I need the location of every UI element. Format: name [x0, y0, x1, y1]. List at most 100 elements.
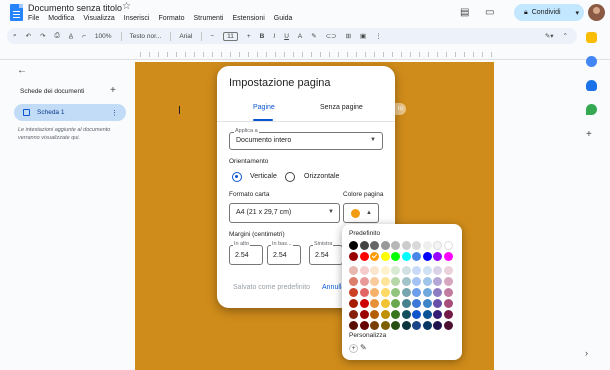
- add-tab-icon[interactable]: +: [110, 85, 116, 96]
- color-swatch[interactable]: [370, 277, 379, 286]
- color-swatch[interactable]: [370, 310, 379, 319]
- color-swatch[interactable]: [359, 266, 369, 275]
- color-swatch[interactable]: [443, 299, 453, 308]
- color-swatch[interactable]: [380, 277, 390, 286]
- ruler[interactable]: [0, 46, 610, 60]
- paint-format-icon[interactable]: ⌐: [82, 33, 86, 40]
- text-color-icon[interactable]: A: [298, 33, 302, 40]
- tab-pageless[interactable]: Senza pagine: [320, 104, 363, 111]
- color-swatch[interactable]: [422, 288, 432, 297]
- color-swatch[interactable]: [401, 266, 411, 275]
- color-swatch[interactable]: [359, 288, 369, 297]
- color-swatch[interactable]: [443, 277, 453, 286]
- color-swatch[interactable]: [412, 241, 421, 250]
- undo-icon[interactable]: ↶: [26, 32, 31, 40]
- sidebar-item-tab1[interactable]: Scheda 1 ⋮: [14, 104, 126, 121]
- color-swatch[interactable]: [401, 321, 411, 330]
- margin-bottom-input[interactable]: 2.54: [267, 245, 301, 265]
- color-swatch[interactable]: [359, 252, 369, 261]
- color-swatch[interactable]: [359, 310, 369, 319]
- color-swatch[interactable]: [370, 299, 379, 308]
- menu-tools[interactable]: Strumenti: [194, 15, 224, 22]
- color-swatch[interactable]: [412, 310, 421, 319]
- increase-font-icon[interactable]: +: [247, 33, 251, 40]
- color-swatch[interactable]: [391, 299, 400, 308]
- color-swatch[interactable]: [370, 321, 379, 330]
- contacts-icon[interactable]: [586, 80, 597, 91]
- color-swatch[interactable]: [391, 266, 400, 275]
- color-swatch[interactable]: [380, 299, 390, 308]
- color-swatch[interactable]: [349, 288, 358, 297]
- print-icon[interactable]: ⎙: [55, 32, 60, 40]
- zoom-select[interactable]: 100%: [95, 33, 112, 40]
- color-swatch[interactable]: [380, 266, 390, 275]
- color-swatch[interactable]: [422, 241, 432, 250]
- more-icon[interactable]: ⋮: [375, 32, 382, 40]
- color-swatch[interactable]: [433, 288, 442, 297]
- color-swatch[interactable]: [349, 277, 358, 286]
- color-swatch[interactable]: [433, 266, 442, 275]
- color-swatch[interactable]: [370, 241, 379, 250]
- color-swatch[interactable]: [380, 252, 390, 261]
- menu-view[interactable]: Visualizza: [83, 15, 114, 22]
- spellcheck-icon[interactable]: A̲: [69, 33, 73, 40]
- menu-extensions[interactable]: Estensioni: [232, 15, 264, 22]
- color-swatch[interactable]: [433, 241, 442, 250]
- color-swatch[interactable]: [391, 321, 400, 330]
- eyedropper-icon[interactable]: ✎: [360, 343, 367, 352]
- decrease-font-icon[interactable]: −: [210, 33, 214, 40]
- search-icon[interactable]: ⌕: [13, 32, 17, 40]
- color-swatch[interactable]: [422, 266, 432, 275]
- font-size-input[interactable]: 11: [223, 31, 238, 41]
- bold-icon[interactable]: B: [260, 33, 265, 40]
- star-icon[interactable]: ☆: [122, 1, 131, 12]
- color-swatch[interactable]: [359, 299, 369, 308]
- chevron-down-icon[interactable]: ▾: [575, 9, 579, 17]
- comments-icon[interactable]: ▤: [460, 7, 469, 18]
- color-swatch[interactable]: [422, 252, 432, 261]
- portrait-radio[interactable]: [232, 172, 242, 182]
- color-swatch[interactable]: [349, 252, 358, 261]
- highlight-icon[interactable]: ✎: [311, 32, 316, 40]
- color-swatch[interactable]: [443, 241, 453, 250]
- color-swatch[interactable]: [412, 266, 421, 275]
- color-swatch[interactable]: [391, 288, 400, 297]
- redo-icon[interactable]: ↷: [40, 32, 45, 40]
- color-swatch[interactable]: [443, 266, 453, 275]
- color-swatch[interactable]: [433, 321, 442, 330]
- color-swatch[interactable]: [433, 310, 442, 319]
- tasks-icon[interactable]: [586, 56, 597, 67]
- portrait-label[interactable]: Verticale: [250, 173, 277, 180]
- color-swatch[interactable]: [380, 321, 390, 330]
- color-swatch[interactable]: [391, 252, 400, 261]
- color-swatch[interactable]: [412, 299, 421, 308]
- color-swatch[interactable]: [391, 277, 400, 286]
- page-color-select[interactable]: ▲: [343, 203, 379, 223]
- meet-icon[interactable]: ▭: [485, 7, 494, 18]
- back-arrow-icon[interactable]: ←: [17, 65, 27, 76]
- color-swatch[interactable]: [401, 277, 411, 286]
- editing-mode-icon[interactable]: ✎▾: [545, 32, 554, 40]
- tab-pages[interactable]: Pagine: [253, 104, 275, 111]
- color-swatch[interactable]: [391, 310, 400, 319]
- color-swatch[interactable]: [359, 321, 369, 330]
- margin-left-input[interactable]: 2.54: [309, 245, 343, 265]
- docs-logo-icon[interactable]: [10, 4, 23, 21]
- color-swatch[interactable]: [412, 252, 421, 261]
- add-addon-icon[interactable]: +: [586, 129, 597, 140]
- menu-edit[interactable]: Modifica: [48, 15, 74, 22]
- color-swatch[interactable]: [370, 252, 379, 261]
- maps-icon[interactable]: [586, 104, 597, 115]
- landscape-label[interactable]: Orizzontale: [304, 173, 339, 180]
- landscape-radio[interactable]: [285, 172, 295, 182]
- color-swatch[interactable]: [349, 321, 358, 330]
- color-swatch[interactable]: [359, 277, 369, 286]
- color-swatch[interactable]: [380, 310, 390, 319]
- color-swatch[interactable]: [422, 310, 432, 319]
- font-select[interactable]: Arial: [179, 33, 192, 40]
- color-swatch[interactable]: [422, 321, 432, 330]
- color-swatch[interactable]: [443, 252, 453, 261]
- color-swatch[interactable]: [349, 299, 358, 308]
- color-swatch[interactable]: [370, 266, 379, 275]
- color-swatch[interactable]: [349, 310, 358, 319]
